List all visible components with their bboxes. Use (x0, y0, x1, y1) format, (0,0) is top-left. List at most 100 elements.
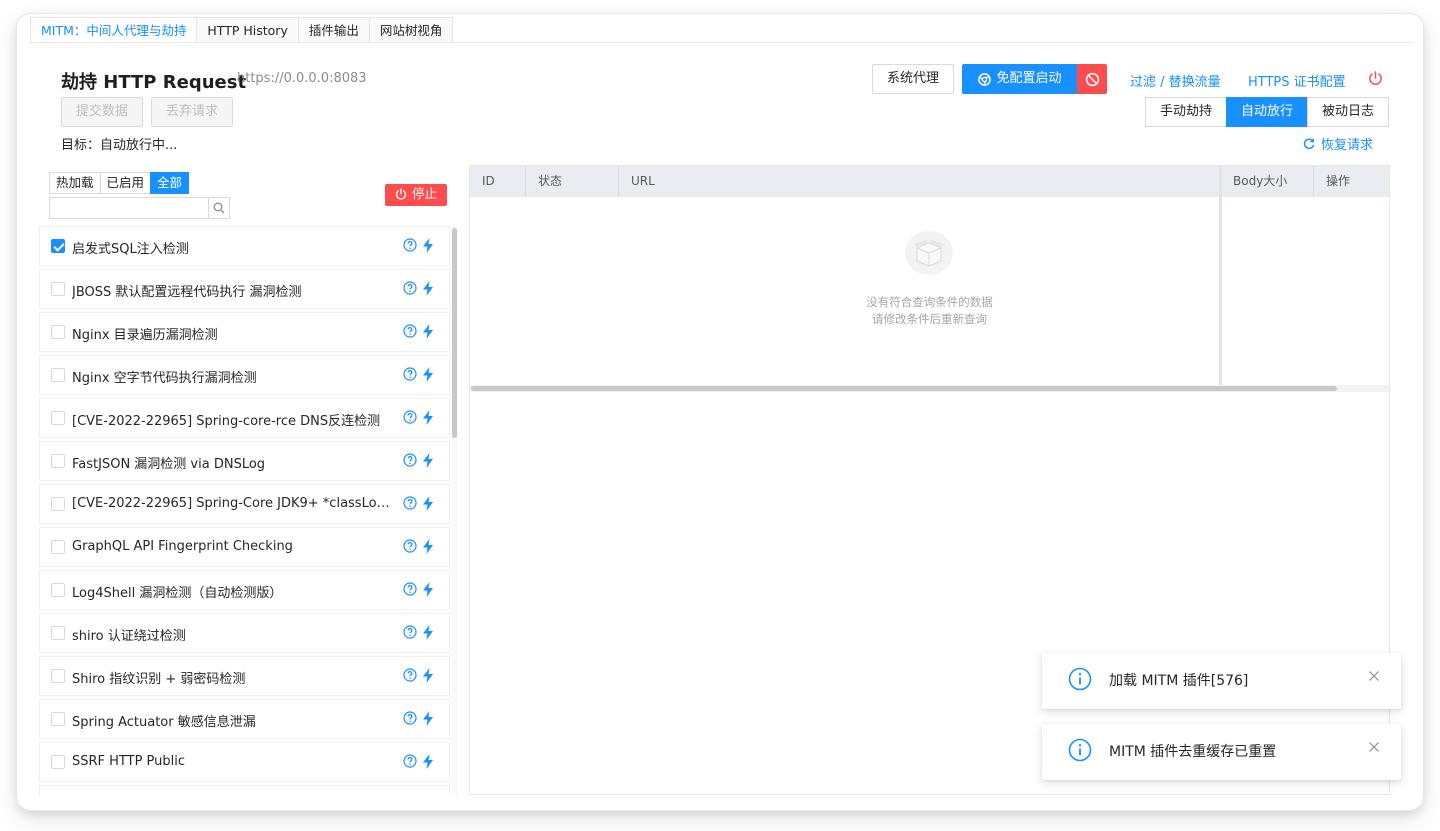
plugin-name: GraphQL API Fingerprint Checking (72, 539, 293, 554)
plugin-checkbox[interactable] (51, 411, 65, 425)
filter-replace-link[interactable]: 过滤 / 替换流量 (1130, 71, 1221, 90)
column-header-status[interactable]: 状态 (526, 166, 619, 197)
plugin-item-partial[interactable] (39, 785, 450, 796)
filter-all[interactable]: 全部 (150, 172, 190, 194)
thunderbolt-icon[interactable] (422, 453, 434, 468)
plugin-checkbox[interactable] (51, 454, 65, 468)
mode-manual[interactable]: 手动劫持 (1145, 97, 1227, 127)
plugin-name: Spring Actuator 敏感信息泄漏 (72, 715, 256, 730)
thunderbolt-icon[interactable] (422, 281, 434, 296)
plugin-checkbox[interactable] (51, 755, 65, 769)
plugin-item[interactable]: SSRF HTTP Public (39, 742, 450, 782)
thunderbolt-icon[interactable] (422, 582, 434, 597)
thunderbolt-icon[interactable] (422, 324, 434, 339)
plugin-checkbox[interactable] (51, 540, 65, 554)
thunderbolt-icon[interactable] (422, 539, 434, 554)
plugin-name: Nginx 空字节代码执行漏洞检测 (72, 371, 257, 386)
plugin-checkbox[interactable] (51, 239, 65, 253)
mode-passive-log[interactable]: 被动日志 (1307, 97, 1390, 127)
plugin-checkbox[interactable] (51, 282, 65, 296)
filter-hot-reload[interactable]: 热加载 (49, 172, 100, 194)
launch-button[interactable]: 免配置启动 (962, 64, 1078, 94)
plugin-item[interactable]: JBOSS 默认配置远程代码执行 漏洞检测 (39, 269, 450, 309)
help-icon[interactable] (403, 238, 417, 252)
plugin-search-button[interactable] (208, 197, 230, 219)
thunderbolt-icon[interactable] (422, 496, 434, 511)
submit-button[interactable]: 提交数据 (61, 97, 143, 127)
column-header-body-size[interactable]: Body大小 (1221, 166, 1314, 197)
tab-plugin-output[interactable]: 插件输出 (297, 17, 369, 43)
cancel-launch-button[interactable] (1077, 64, 1107, 94)
launch-button-label: 免配置启动 (996, 71, 1062, 86)
help-icon[interactable] (403, 625, 417, 639)
plugin-checkbox[interactable] (51, 497, 65, 511)
https-cert-link[interactable]: HTTPS 证书配置 (1248, 71, 1346, 90)
plugin-item[interactable]: shiro 认证绕过检测 (39, 613, 450, 653)
plugin-name: FastJSON 漏洞检测 via DNSLog (72, 457, 266, 472)
tab-http-history[interactable]: HTTP History (196, 17, 298, 43)
plugin-search-input[interactable] (49, 197, 209, 219)
notification-message: 加载 MITM 插件[576] (1109, 673, 1249, 689)
system-proxy-button[interactable]: 系统代理 (872, 64, 954, 94)
thunderbolt-icon[interactable] (422, 625, 434, 640)
help-icon[interactable] (403, 324, 417, 338)
plugin-item[interactable]: [CVE-2022-22965] Spring-core-rce DNS反连检测 (39, 398, 450, 438)
column-header-url[interactable]: URL (619, 166, 1221, 197)
help-icon[interactable] (403, 668, 417, 682)
restore-request-link[interactable]: 恢复请求 (1303, 134, 1373, 153)
plugin-item[interactable]: FastJSON 漏洞检测 via DNSLog (39, 441, 450, 481)
thunderbolt-icon[interactable] (422, 668, 434, 683)
plugin-name: [CVE-2022-22965] Spring-Core JDK9+ *clas… (72, 496, 390, 511)
plugin-name: JBOSS 默认配置远程代码执行 漏洞检测 (72, 285, 302, 300)
help-icon[interactable] (403, 453, 417, 467)
plugin-item[interactable]: Log4Shell 漏洞检测（自动检测版） (39, 570, 450, 610)
plugin-item[interactable]: 启发式SQL注入检测 (39, 226, 450, 266)
plugin-item[interactable]: Nginx 空字节代码执行漏洞检测 (39, 355, 450, 395)
plugin-checkbox[interactable] (51, 583, 65, 597)
thunderbolt-icon[interactable] (422, 754, 434, 769)
thunderbolt-icon[interactable] (422, 367, 434, 382)
reload-icon (1303, 138, 1315, 150)
close-icon[interactable] (1368, 670, 1380, 682)
plugin-checkbox[interactable] (51, 669, 65, 683)
help-icon[interactable] (403, 754, 417, 768)
thunderbolt-icon[interactable] (422, 711, 434, 726)
mode-auto-release[interactable]: 自动放行 (1226, 97, 1308, 127)
plugin-list-scroll-thumb[interactable] (452, 228, 457, 438)
plugin-name: Shiro 指纹识别 + 弱密码检测 (72, 672, 246, 687)
plugin-checkbox[interactable] (51, 626, 65, 640)
close-icon[interactable] (1368, 741, 1380, 753)
help-icon[interactable] (403, 281, 417, 295)
plugin-name: 启发式SQL注入检测 (72, 242, 189, 257)
plugin-checkbox[interactable] (51, 325, 65, 339)
table-horizontal-scroll-thumb[interactable] (471, 386, 1337, 391)
plugin-name: shiro 认证绕过检测 (72, 629, 186, 644)
tab-mitm[interactable]: MITM：中间人代理与劫持 (30, 17, 197, 43)
help-icon[interactable] (403, 410, 417, 424)
plugin-item[interactable]: GraphQL API Fingerprint Checking (39, 527, 450, 567)
chrome-icon (978, 73, 991, 86)
plugin-item[interactable]: [CVE-2022-22965] Spring-Core JDK9+ *clas… (39, 484, 450, 524)
help-icon[interactable] (403, 582, 417, 596)
power-icon (395, 188, 407, 200)
tab-site-tree[interactable]: 网站树视角 (368, 17, 454, 43)
power-icon[interactable] (1368, 70, 1383, 86)
plugin-checkbox[interactable] (51, 368, 65, 382)
plugin-item[interactable]: Spring Actuator 敏感信息泄漏 (39, 699, 450, 739)
plugin-item[interactable]: Shiro 指纹识别 + 弱密码检测 (39, 656, 450, 696)
stop-button[interactable]: 停止 (385, 184, 447, 206)
tab-divider (30, 42, 1413, 43)
column-header-id[interactable]: ID (470, 166, 526, 197)
discard-button[interactable]: 丢弃请求 (151, 97, 233, 127)
thunderbolt-icon[interactable] (422, 238, 434, 253)
tab-bar: MITM：中间人代理与劫持 HTTP History 插件输出 网站树视角 (30, 17, 454, 43)
plugin-filter: 热加载 已启用 全部 (49, 172, 190, 194)
help-icon[interactable] (403, 367, 417, 381)
help-icon[interactable] (403, 539, 417, 553)
plugin-checkbox[interactable] (51, 712, 65, 726)
plugin-item[interactable]: Nginx 目录遍历漏洞检测 (39, 312, 450, 352)
help-icon[interactable] (403, 496, 417, 510)
thunderbolt-icon[interactable] (422, 410, 434, 425)
filter-enabled[interactable]: 已启用 (99, 172, 151, 194)
help-icon[interactable] (403, 711, 417, 725)
